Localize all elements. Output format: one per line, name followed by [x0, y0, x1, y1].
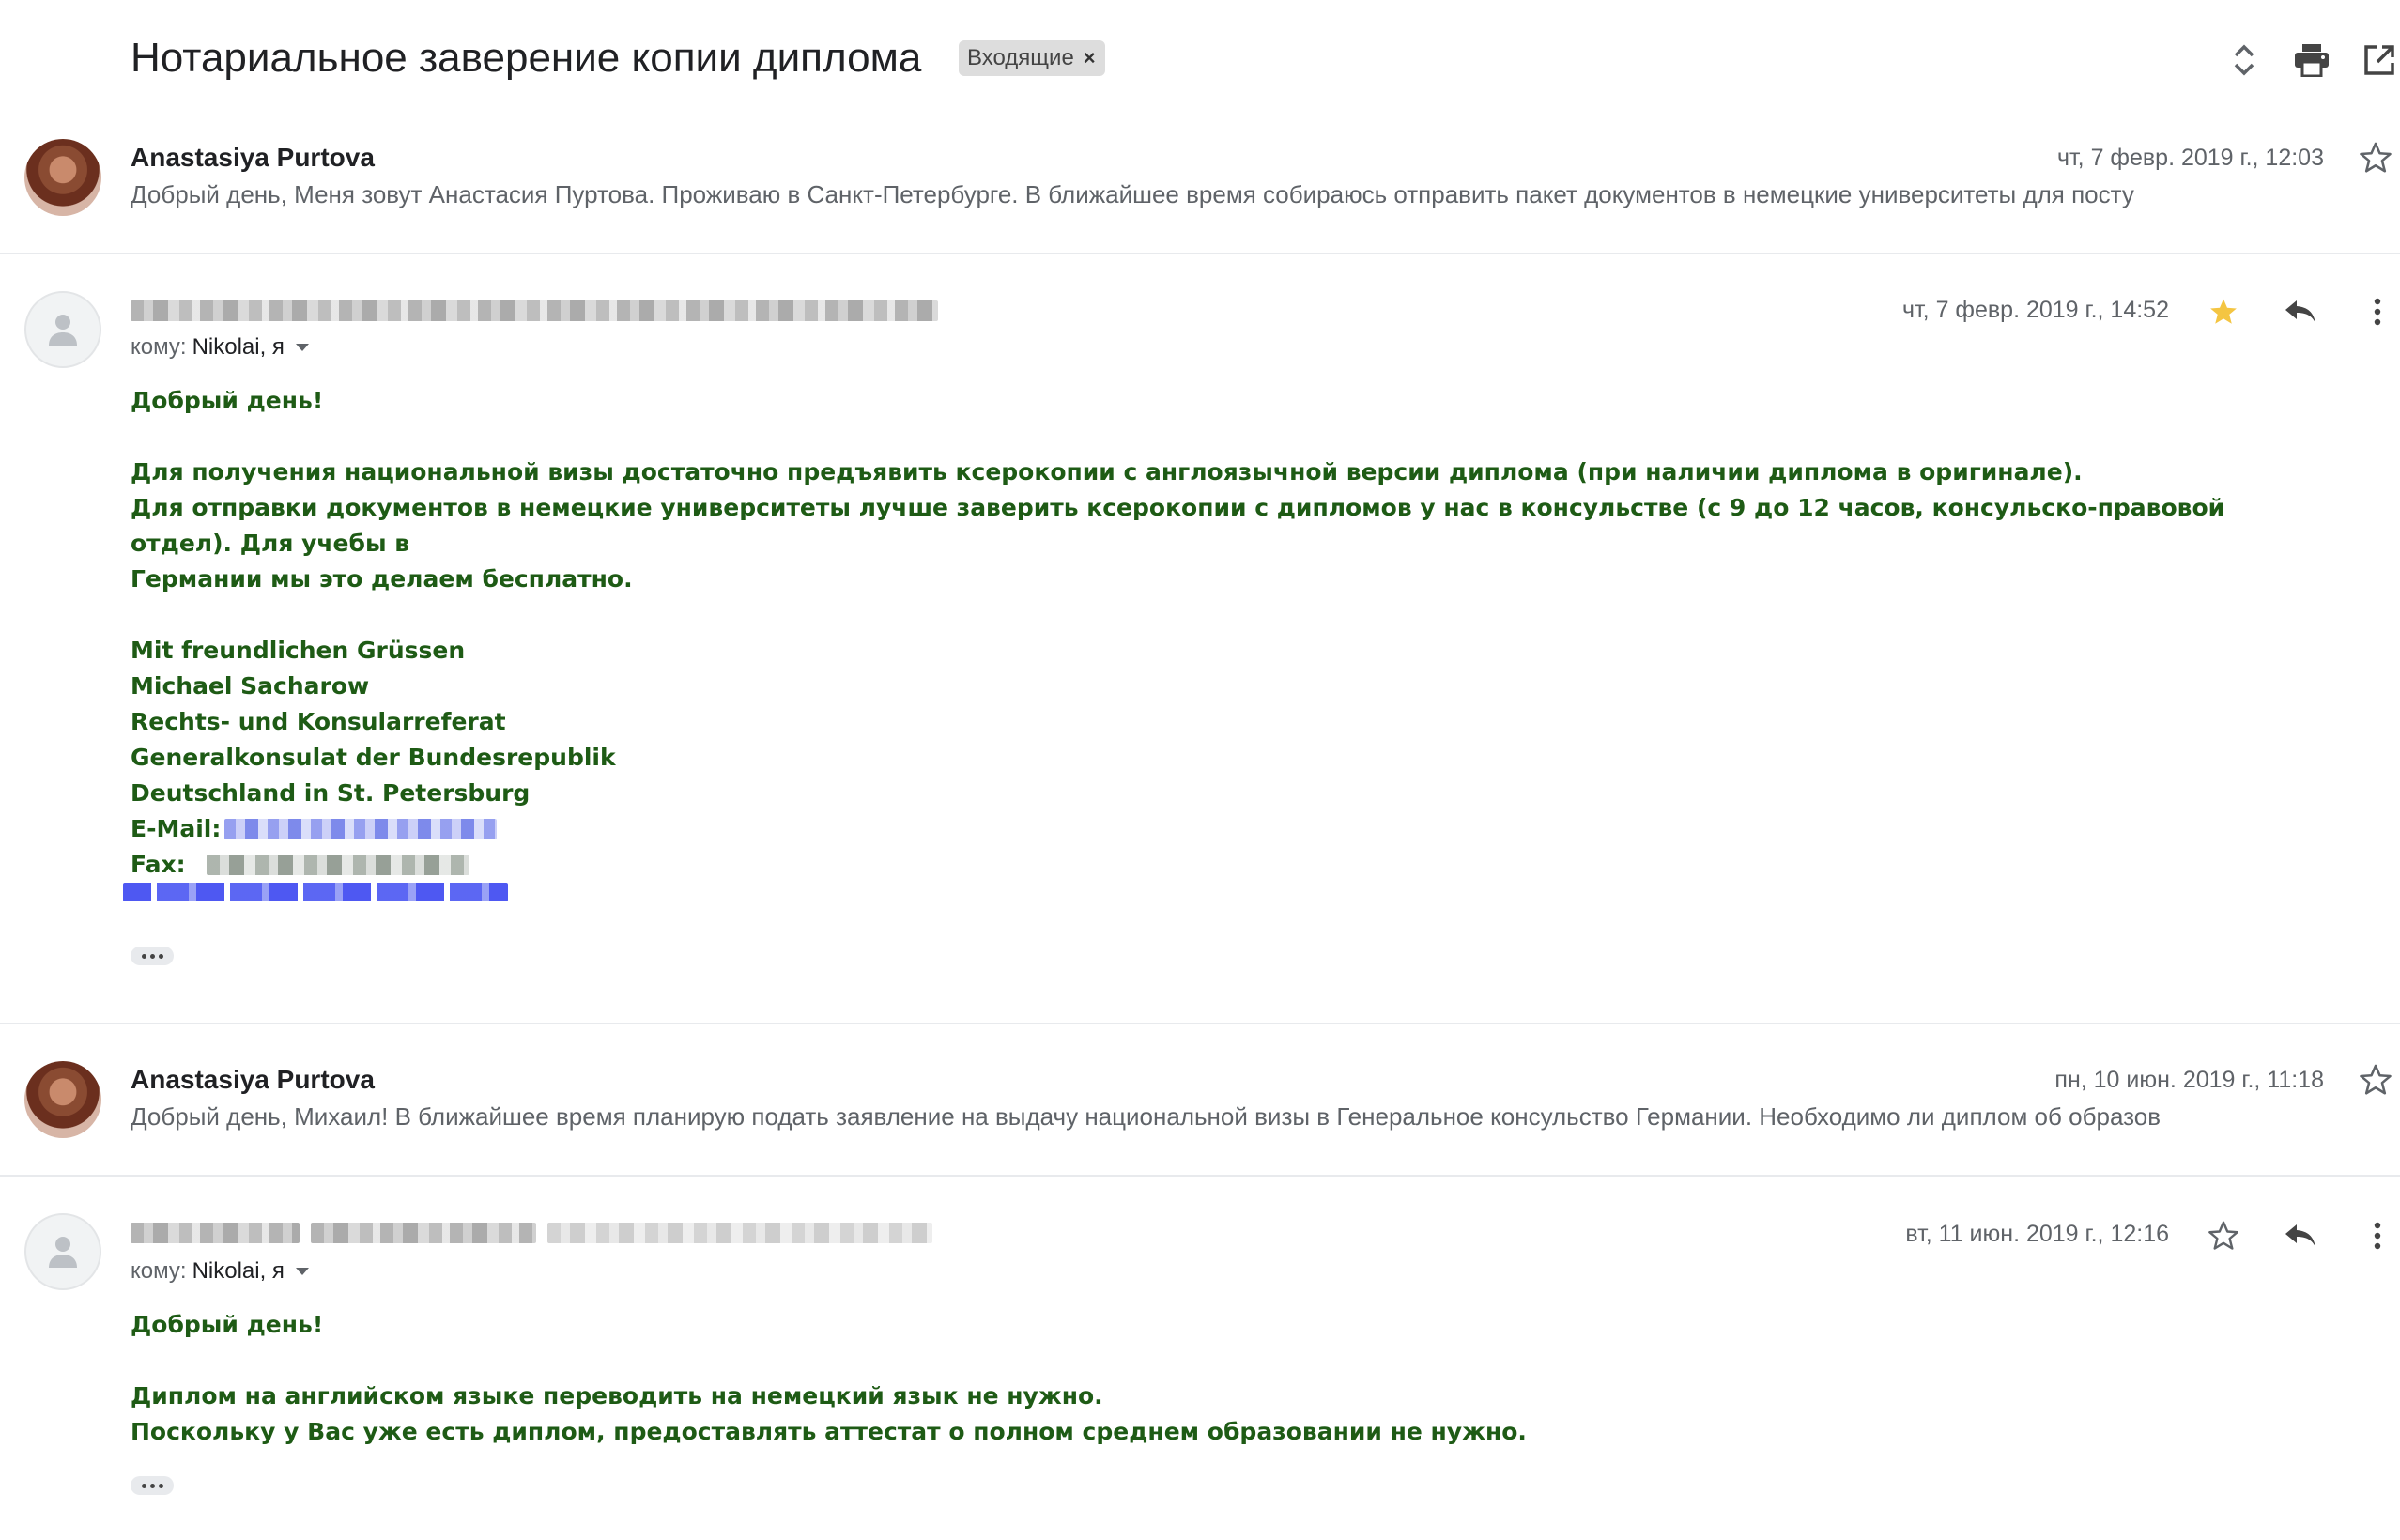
reply-icon[interactable] — [2276, 287, 2325, 336]
message-date: чт, 7 февр. 2019 г., 14:52 — [1901, 297, 2169, 323]
message-snippet[interactable]: Добрый день, Михаил! В ближайшее время п… — [131, 1102, 2161, 1132]
show-trimmed-content-button[interactable] — [131, 1476, 174, 1495]
message-divider — [0, 253, 2400, 254]
star-icon[interactable] — [2199, 1211, 2248, 1260]
more-vert-icon[interactable] — [2353, 287, 2400, 336]
body-greeting: Добрый день! — [131, 1311, 324, 1338]
message-date: пн, 10 июн. 2019 г., 11:18 — [2054, 1067, 2324, 1093]
reply-icon[interactable] — [2276, 1211, 2325, 1260]
to-prefix: кому: — [131, 1258, 187, 1284]
sender-name[interactable]: Anastasiya Purtova — [131, 143, 375, 173]
person-icon — [49, 1237, 77, 1268]
print-icon[interactable] — [2285, 34, 2338, 86]
signature-line: Michael Sacharow — [131, 672, 370, 700]
message-divider — [0, 1175, 2400, 1177]
to-names: Nikolai, я — [192, 334, 285, 360]
body-greeting: Добрый день! — [131, 387, 324, 414]
body-line: Для получения национальной визы достаточ… — [131, 458, 2083, 485]
sender-name-redacted — [131, 300, 938, 321]
show-trimmed-content-button[interactable] — [131, 947, 174, 965]
sender-name-redacted — [131, 1223, 938, 1243]
star-icon[interactable] — [2351, 133, 2400, 182]
sender-avatar — [24, 291, 101, 368]
email-subject: Нотариальное заверение копии диплома — [131, 35, 922, 81]
label-chip-text: Входящие — [967, 45, 1074, 70]
remove-label-icon[interactable]: × — [1084, 46, 1096, 70]
body-line: Германии мы это делаем бесплатно. — [131, 565, 633, 593]
recipients-line[interactable]: кому: Nikolai, я — [131, 334, 309, 361]
signature-line: Mit freundlichen Grüssen — [131, 637, 466, 664]
sender-avatar — [24, 139, 101, 216]
body-line: Диплом на английском языке переводить на… — [131, 1382, 1103, 1409]
chevron-down-icon[interactable] — [295, 1268, 309, 1275]
signature-fax-label: Fax: — [131, 851, 186, 878]
recipients-line[interactable]: кому: Nikolai, я — [131, 1258, 309, 1285]
signature-email-label: E-Mail: — [131, 815, 222, 842]
chevron-down-icon[interactable] — [295, 344, 309, 351]
signature-link-redacted[interactable] — [123, 883, 508, 901]
signature-line: Rechts- und Konsularreferat — [131, 708, 506, 735]
message-body: Добрый день! Диплом на английском языке … — [131, 1307, 2309, 1450]
message-body: Добрый день! Для получения национальной … — [123, 383, 2309, 901]
more-vert-icon[interactable] — [2353, 1211, 2400, 1260]
sender-avatar — [24, 1213, 101, 1290]
label-chip-inbox[interactable]: Входящие × — [959, 40, 1105, 76]
to-names: Nikolai, я — [192, 1258, 285, 1284]
message-date: чт, 7 февр. 2019 г., 12:03 — [2056, 145, 2324, 171]
message-snippet[interactable]: Добрый день, Меня зовут Анастасия Пуртов… — [131, 180, 2134, 209]
body-line: Поскольку у Вас уже есть диплом, предост… — [131, 1418, 1527, 1445]
signature-fax-redacted — [206, 855, 469, 875]
signature-line: Deutschland in St. Petersburg — [131, 779, 531, 807]
sender-name[interactable]: Anastasiya Purtova — [131, 1065, 375, 1095]
to-prefix: кому: — [131, 334, 187, 360]
sender-avatar — [24, 1061, 101, 1138]
message-date: вт, 11 июн. 2019 г., 12:16 — [1905, 1221, 2169, 1247]
signature-line: Generalkonsulat der Bundesrepublik — [131, 744, 616, 771]
body-line: Для отправки документов в немецкие униве… — [131, 494, 2225, 557]
signature-email-redacted[interactable] — [224, 819, 498, 839]
open-in-new-window-icon[interactable] — [2353, 34, 2400, 86]
star-icon[interactable] — [2351, 1055, 2400, 1104]
star-icon-filled[interactable] — [2199, 287, 2248, 336]
message-divider — [0, 1023, 2400, 1024]
person-icon — [49, 315, 77, 346]
expand-collapse-icon[interactable] — [2218, 34, 2270, 86]
